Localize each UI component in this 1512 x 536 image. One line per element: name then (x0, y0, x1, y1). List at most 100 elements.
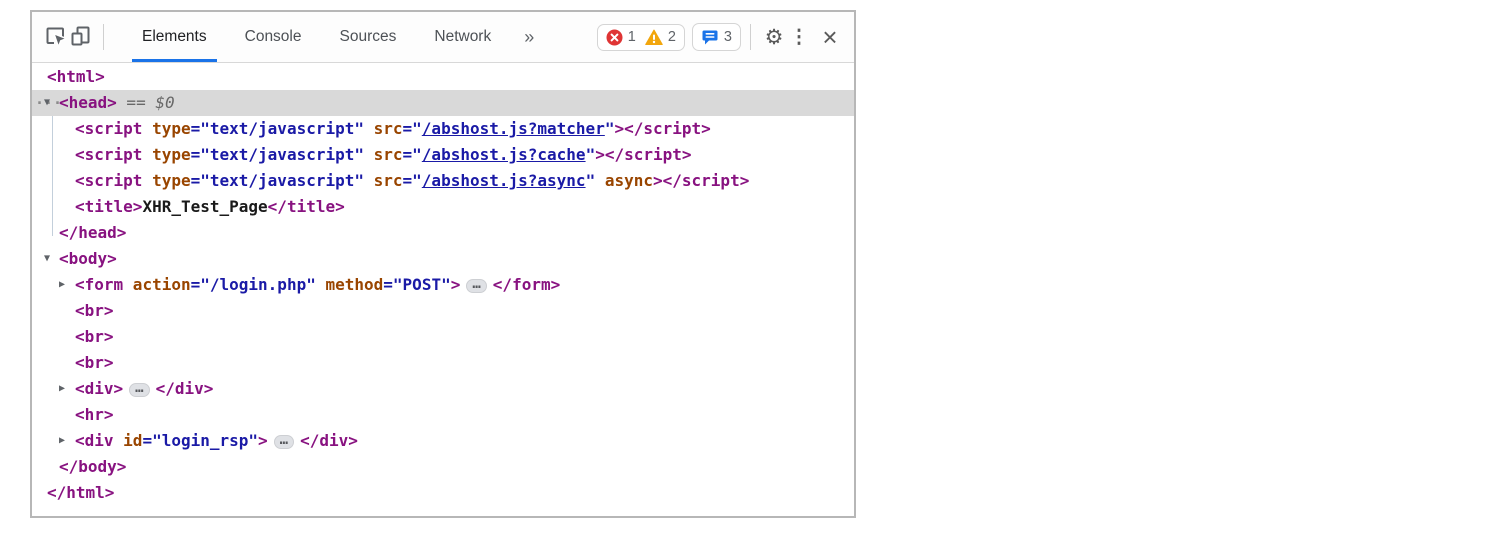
tree-row-div-anonymous[interactable]: ▶ <div> … </div> (32, 376, 854, 402)
tree-row-script-async[interactable]: <script type="text/javascript" src="/abs… (32, 168, 854, 194)
inspect-cursor-icon (43, 24, 67, 51)
token-attr: method (316, 275, 383, 294)
toggle-device-toolbar-button[interactable] (68, 24, 94, 50)
device-toolbar-icon (69, 24, 93, 51)
tree-row-script-matcher[interactable]: <script type="text/javascript" src="/abs… (32, 116, 854, 142)
token-val: ="text/javascript" (191, 171, 364, 190)
token-tag: <br> (75, 301, 114, 320)
token-tag: ></script> (614, 119, 710, 138)
token-attr: type (142, 145, 190, 164)
tree-row-div-login-rsp[interactable]: ▶ <div id="login_rsp"> … </div> (32, 428, 854, 454)
token-tag: <html> (47, 67, 105, 86)
token-tag: <div> (75, 379, 123, 398)
token-text: XHR_Test_Page (142, 197, 267, 216)
token-val: ="login_rsp" (142, 431, 258, 450)
token-attr: src (364, 171, 403, 190)
warning-count: 2 (668, 29, 676, 45)
token-tag: </head> (59, 223, 126, 242)
elements-tree: <html>···▼<head> == $0<script type="text… (32, 63, 854, 506)
token-val: " (586, 145, 596, 164)
tab-sources[interactable]: Sources (336, 12, 401, 62)
chevron-right-icon[interactable]: ▶ (59, 384, 65, 394)
token-tag: > (451, 275, 461, 294)
token-tag: > (258, 431, 268, 450)
devtools-window: Elements Console Sources Network » 1 (30, 10, 856, 518)
settings-gear-icon[interactable]: ⚙ (760, 23, 788, 51)
tree-row-form-login[interactable]: ▶ <form action="/login.php" method="POST"… (32, 272, 854, 298)
kebab-menu-icon[interactable]: ⋮ (788, 23, 810, 51)
token-tag: <script (75, 145, 142, 164)
issues-count: 3 (724, 29, 732, 45)
token-tag: </html> (47, 483, 114, 502)
tree-row-html-open[interactable]: <html> (32, 64, 854, 90)
tab-console[interactable]: Console (241, 12, 306, 62)
more-tabs-button[interactable]: » (520, 25, 538, 50)
toolbar-divider (750, 24, 751, 50)
chevron-right-icon[interactable]: ▶ (59, 280, 65, 290)
token-tag: <script (75, 119, 142, 138)
chevron-down-icon[interactable]: ▼ (44, 98, 50, 108)
token-link[interactable]: /abshost.js?async (422, 171, 586, 190)
chevron-right-icon[interactable]: ▶ (59, 436, 65, 446)
token-tag: <hr> (75, 405, 114, 424)
token-tag: ></script> (595, 145, 691, 164)
token-tag: </div> (300, 431, 358, 450)
token-tag: <form (75, 275, 123, 294)
token-meta: == $0 (117, 93, 175, 112)
tree-row-html-close[interactable]: </html> (32, 480, 854, 506)
tree-row-body-open[interactable]: ▼<body> (32, 246, 854, 272)
token-attr: async (595, 171, 653, 190)
token-val: " (586, 171, 596, 190)
token-tag: <title> (75, 197, 142, 216)
token-attr: src (364, 145, 403, 164)
warning-icon (645, 29, 663, 46)
inline-expand-button[interactable]: … (466, 279, 486, 293)
token-tag: <head> (59, 93, 117, 112)
inline-expand-button[interactable]: … (274, 435, 294, 449)
toolbar-divider (103, 24, 104, 50)
tree-row-title[interactable]: <title>XHR_Test_Page</title> (32, 194, 854, 220)
token-val: ="text/javascript" (191, 145, 364, 164)
token-link[interactable]: /abshost.js?matcher (422, 119, 605, 138)
issues-button[interactable]: 3 (692, 23, 741, 51)
tree-row-hr[interactable]: <hr> (32, 402, 854, 428)
token-attr: type (142, 119, 190, 138)
tree-row-br-2[interactable]: <br> (32, 324, 854, 350)
tree-row-br-3[interactable]: <br> (32, 350, 854, 376)
inline-expand-button[interactable]: … (129, 383, 149, 397)
devtools-toolbar: Elements Console Sources Network » 1 (32, 12, 854, 63)
token-tag: </title> (268, 197, 345, 216)
token-val: =" (403, 119, 422, 138)
tree-row-head-open[interactable]: ···▼<head> == $0 (32, 90, 854, 116)
page-canvas: Elements Console Sources Network » 1 (0, 0, 1512, 536)
token-val: ="POST" (383, 275, 450, 294)
token-attr: src (364, 119, 403, 138)
tree-row-script-cache[interactable]: <script type="text/javascript" src="/abs… (32, 142, 854, 168)
token-tag: </div> (156, 379, 214, 398)
token-val: =" (403, 171, 422, 190)
token-tag: </body> (59, 457, 126, 476)
error-icon (606, 29, 623, 46)
inspect-element-button[interactable] (42, 24, 68, 50)
close-devtools-icon[interactable]: × (816, 23, 844, 51)
token-val: ="text/javascript" (191, 119, 364, 138)
tree-row-head-close[interactable]: </head> (32, 220, 854, 246)
message-bubble-icon (701, 28, 719, 46)
tree-row-body-close[interactable]: </body> (32, 454, 854, 480)
token-tag: </form> (493, 275, 560, 294)
token-tag: <script (75, 171, 142, 190)
chevron-down-icon[interactable]: ▼ (44, 254, 50, 264)
token-tag: <div (75, 431, 114, 450)
tree-row-br-1[interactable]: <br> (32, 298, 854, 324)
tab-network[interactable]: Network (430, 12, 495, 62)
error-count: 1 (628, 29, 636, 45)
console-errors-warnings-button[interactable]: 1 2 (597, 24, 685, 51)
toolbar-right-cluster: 1 2 (590, 23, 844, 51)
token-link[interactable]: /abshost.js?cache (422, 145, 586, 164)
token-tag: <br> (75, 327, 114, 346)
token-val: ="/login.php" (191, 275, 316, 294)
token-attr: action (123, 275, 190, 294)
tab-elements[interactable]: Elements (138, 12, 211, 62)
token-attr: id (114, 431, 143, 450)
token-tag: ></script> (653, 171, 749, 190)
